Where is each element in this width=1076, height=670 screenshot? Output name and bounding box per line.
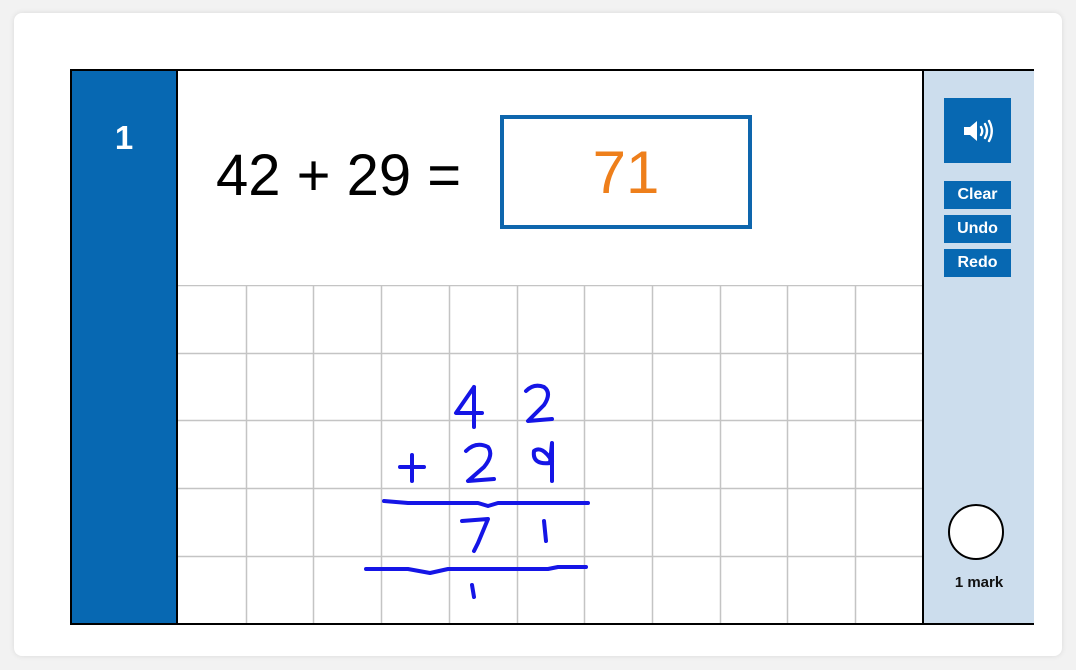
handwritten-workings bbox=[364, 383, 590, 599]
answer-input[interactable]: 71 bbox=[500, 115, 752, 229]
answer-value: 71 bbox=[592, 138, 660, 206]
ink-rule-2 bbox=[364, 565, 588, 575]
clear-button[interactable]: Clear bbox=[944, 181, 1011, 209]
work-area: 42 + 29 = 71 bbox=[178, 71, 922, 623]
mark-indicator bbox=[948, 504, 1004, 560]
scratch-grid[interactable] bbox=[178, 285, 922, 623]
ink-digit-1 bbox=[542, 519, 548, 543]
question-number-bar: 1 bbox=[72, 71, 178, 623]
question-frame: 1 42 + 29 = 71 Clear Undo Redo 1 mark bbox=[70, 69, 1034, 625]
question-expression: 42 + 29 = bbox=[216, 143, 462, 208]
ink-carry-1 bbox=[470, 583, 476, 599]
read-aloud-button[interactable] bbox=[944, 98, 1011, 163]
question-card: 1 42 + 29 = 71 Clear Undo Redo 1 mark bbox=[14, 13, 1062, 656]
undo-button[interactable]: Undo bbox=[944, 215, 1011, 243]
question-number: 1 bbox=[114, 119, 134, 156]
ink-rule-1 bbox=[382, 499, 590, 508]
redo-button[interactable]: Redo bbox=[944, 249, 1011, 277]
ink-digit-2 bbox=[524, 383, 554, 423]
marks-label: 1 mark bbox=[954, 574, 1004, 591]
speaker-icon bbox=[963, 119, 993, 142]
ink-digit-9 bbox=[531, 441, 554, 483]
ink-digit-2-row2 bbox=[464, 442, 496, 483]
ink-digit-7 bbox=[460, 517, 490, 553]
ink-plus bbox=[398, 453, 426, 483]
tools-sidebar: Clear Undo Redo 1 mark bbox=[922, 71, 1034, 623]
